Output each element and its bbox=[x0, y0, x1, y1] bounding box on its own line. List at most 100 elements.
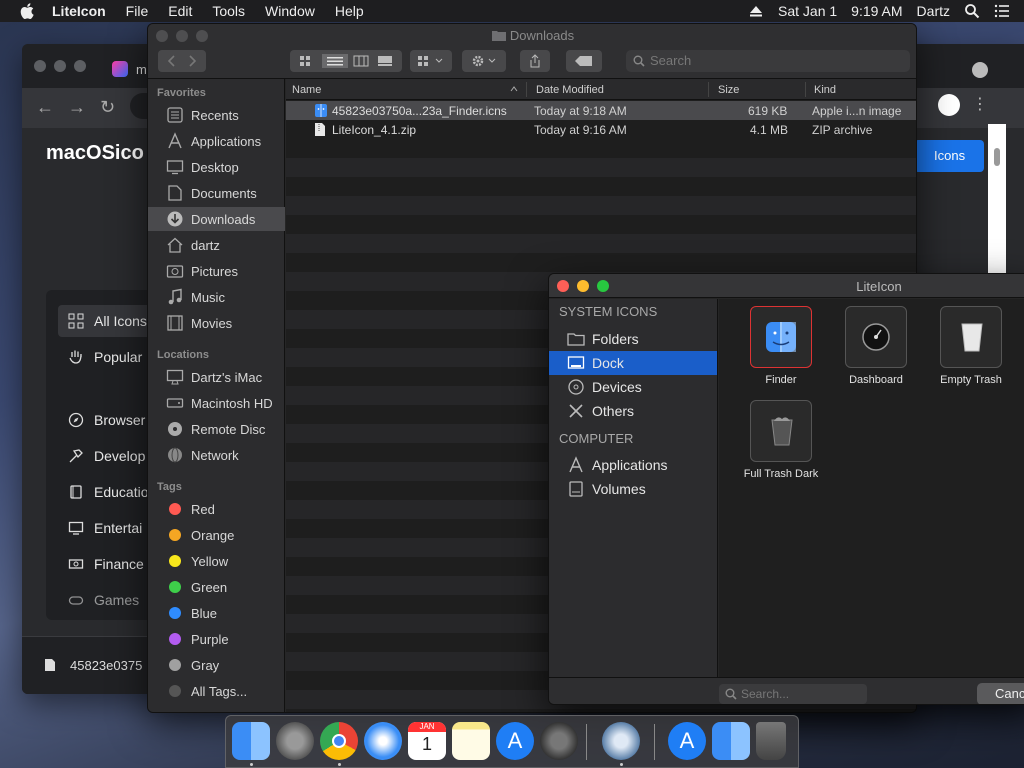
back-icon[interactable]: ← bbox=[36, 97, 54, 118]
sidebar-item-music[interactable]: Music bbox=[148, 285, 285, 309]
action-button[interactable] bbox=[462, 50, 506, 72]
sidebar-item-network[interactable]: Network bbox=[148, 443, 285, 467]
column-divider[interactable] bbox=[708, 82, 709, 97]
icon-tile-finder[interactable]: Finder bbox=[733, 306, 829, 386]
spotlight-search-icon[interactable] bbox=[964, 3, 980, 19]
sidebar-item-recents[interactable]: Recents bbox=[148, 103, 285, 127]
column-divider[interactable] bbox=[526, 82, 527, 97]
finder-search-field[interactable]: Search bbox=[626, 50, 910, 72]
download-item[interactable]: 45823e0375 bbox=[70, 658, 142, 673]
liteicon-item-applications[interactable]: Applications bbox=[549, 453, 717, 477]
sidebar-item-downloads[interactable]: Downloads bbox=[148, 207, 285, 231]
table-row[interactable]: 45823e03750a...23a_Finder.icns Today at … bbox=[286, 101, 916, 120]
profile-avatar[interactable] bbox=[938, 94, 960, 116]
column-size[interactable]: Size bbox=[718, 84, 739, 96]
liteicon-item-dock[interactable]: Dock bbox=[549, 351, 717, 375]
tab-search-icon[interactable] bbox=[972, 62, 988, 78]
column-divider[interactable] bbox=[805, 82, 806, 97]
menubar-date[interactable]: Sat Jan 1 bbox=[778, 3, 837, 19]
tags-button[interactable] bbox=[566, 50, 602, 72]
liteicon-item-folders[interactable]: Folders bbox=[549, 327, 717, 351]
browser-menu-icon[interactable]: ⋮ bbox=[972, 94, 988, 114]
menu-app-name[interactable]: LiteIcon bbox=[52, 3, 106, 19]
dock-calendar-icon[interactable]: JAN 1 bbox=[408, 722, 446, 760]
site-brand[interactable]: macOSico bbox=[46, 142, 144, 165]
favorites-header: Favorites bbox=[157, 87, 206, 99]
dock-launchpad-icon[interactable] bbox=[276, 722, 314, 760]
sidebar-tag-red[interactable]: Red bbox=[148, 497, 285, 521]
notification-center-icon[interactable] bbox=[994, 3, 1010, 19]
table-row[interactable]: LiteIcon_4.1.zip Today at 9:16 AM 4.1 MB… bbox=[286, 120, 916, 139]
dock-app-store-icon[interactable]: A bbox=[668, 722, 706, 760]
icon-tile-full-trash-dark[interactable]: Full Trash Dark bbox=[733, 400, 829, 480]
sidebar-item-documents[interactable]: Documents bbox=[148, 181, 285, 205]
column-name[interactable]: Name bbox=[292, 84, 321, 96]
browser-zoom-button[interactable] bbox=[74, 60, 86, 72]
icons-button[interactable]: Icons bbox=[914, 140, 984, 172]
menu-help[interactable]: Help bbox=[335, 3, 364, 19]
menu-tools[interactable]: Tools bbox=[212, 3, 245, 19]
browser-scroll-thumb[interactable] bbox=[994, 148, 1000, 166]
documents-icon bbox=[168, 185, 182, 201]
category-education[interactable]: Educatio bbox=[68, 484, 148, 500]
menubar-time[interactable]: 9:19 AM bbox=[851, 3, 902, 19]
category-develop[interactable]: Develop bbox=[68, 448, 145, 464]
liteicon-item-devices[interactable]: Devices bbox=[549, 375, 717, 399]
group-button[interactable] bbox=[410, 50, 452, 72]
browser-tab-title[interactable]: m bbox=[136, 62, 147, 77]
sidebar-tag-green[interactable]: Green bbox=[148, 575, 285, 599]
liteicon-item-volumes[interactable]: Volumes bbox=[549, 477, 717, 501]
dock-chrome-icon[interactable] bbox=[320, 722, 358, 760]
cancel-button[interactable]: Canc bbox=[977, 683, 1024, 704]
reload-icon[interactable]: ↻ bbox=[100, 97, 115, 118]
browser-scrollbar[interactable] bbox=[988, 124, 1006, 274]
column-date-modified[interactable]: Date Modified bbox=[536, 84, 604, 96]
sidebar-item-pictures[interactable]: Pictures bbox=[148, 259, 285, 283]
category-browser[interactable]: Browser bbox=[68, 412, 145, 428]
category-popular[interactable]: Popular bbox=[68, 349, 142, 365]
apple-menu-icon[interactable] bbox=[18, 1, 38, 21]
sidebar-label: Documents bbox=[191, 185, 257, 201]
share-button[interactable] bbox=[520, 50, 550, 72]
menubar-user[interactable]: Dartz bbox=[917, 3, 950, 19]
sidebar-item-macintosh-hd[interactable]: Macintosh HD bbox=[148, 391, 285, 415]
dock-safari-icon[interactable] bbox=[364, 722, 402, 760]
sidebar-item-desktop[interactable]: Desktop bbox=[148, 155, 285, 179]
sort-ascending-icon[interactable] bbox=[510, 86, 518, 92]
sidebar-item-home[interactable]: dartz bbox=[148, 233, 285, 257]
menu-window[interactable]: Window bbox=[265, 3, 315, 19]
menu-file[interactable]: File bbox=[126, 3, 149, 19]
dock-liteicon-icon[interactable] bbox=[602, 722, 640, 760]
browser-close-button[interactable] bbox=[34, 60, 46, 72]
sidebar-all-tags[interactable]: All Tags... bbox=[148, 679, 285, 703]
sidebar-tag-yellow[interactable]: Yellow bbox=[148, 549, 285, 573]
sidebar-tag-purple[interactable]: Purple bbox=[148, 627, 285, 651]
eject-icon[interactable] bbox=[748, 3, 764, 19]
dock-app-store-icon[interactable]: A bbox=[496, 722, 534, 760]
sidebar-item-movies[interactable]: Movies bbox=[148, 311, 285, 335]
browser-minimize-button[interactable] bbox=[54, 60, 66, 72]
dock-system-preferences-icon[interactable] bbox=[540, 722, 578, 760]
category-entertainment[interactable]: Entertai bbox=[68, 520, 142, 536]
sidebar-tag-gray[interactable]: Gray bbox=[148, 653, 285, 677]
sidebar-item-remote-disc[interactable]: Remote Disc bbox=[148, 417, 285, 441]
sidebar-item-imac[interactable]: Dartz's iMac bbox=[148, 365, 285, 389]
forward-icon[interactable]: → bbox=[68, 97, 86, 118]
column-kind[interactable]: Kind bbox=[814, 84, 836, 96]
sidebar-item-applications[interactable]: Applications bbox=[148, 129, 285, 153]
dock-trash-icon[interactable] bbox=[756, 722, 786, 760]
sidebar-tag-blue[interactable]: Blue bbox=[148, 601, 285, 625]
icon-tile-dashboard[interactable]: Dashboard bbox=[828, 306, 924, 386]
category-finance[interactable]: Finance bbox=[68, 556, 144, 572]
liteicon-search-field[interactable]: Search... bbox=[719, 684, 867, 704]
dock-notes-icon[interactable] bbox=[452, 722, 490, 760]
category-games[interactable]: Games bbox=[68, 592, 139, 608]
dock-finder-icon[interactable] bbox=[712, 722, 750, 760]
dock-finder-icon[interactable] bbox=[232, 722, 270, 760]
view-mode-buttons[interactable] bbox=[290, 50, 402, 72]
back-forward-buttons[interactable] bbox=[158, 50, 206, 72]
sidebar-tag-orange[interactable]: Orange bbox=[148, 523, 285, 547]
icon-tile-empty-trash[interactable]: Empty Trash bbox=[923, 306, 1019, 386]
liteicon-item-others[interactable]: Others bbox=[549, 399, 717, 423]
menu-edit[interactable]: Edit bbox=[168, 3, 192, 19]
